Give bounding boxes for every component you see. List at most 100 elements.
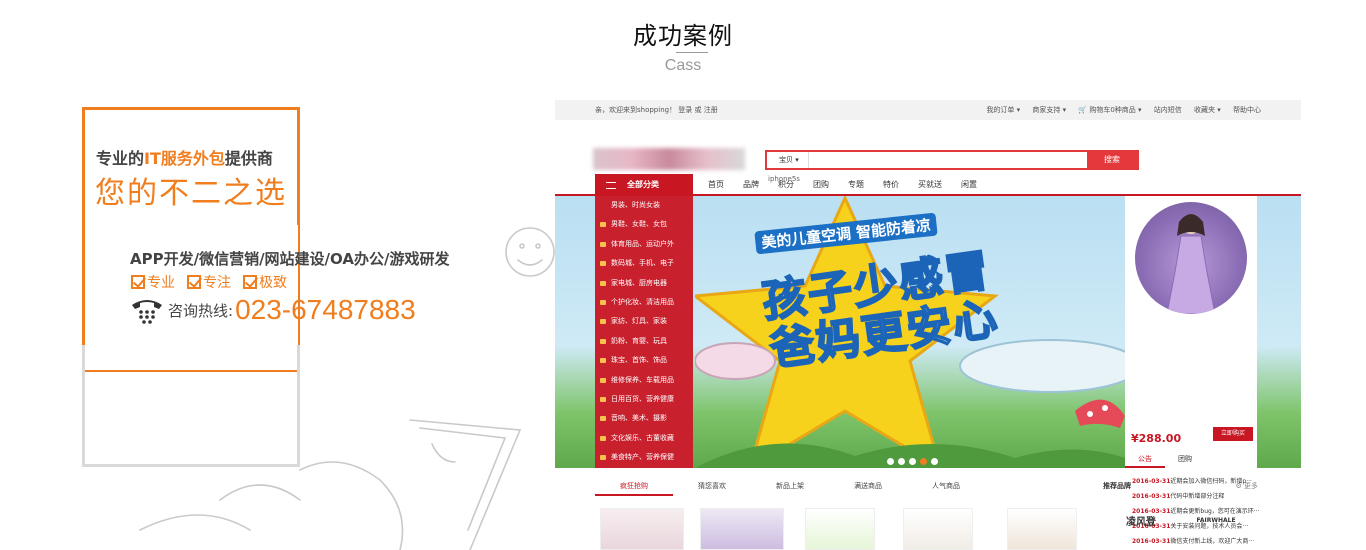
feature-tag: 专业: [131, 272, 175, 292]
card-bottom-frame: [82, 345, 300, 467]
welcome-text[interactable]: 亲，欢迎来到shopping！ 登录 或 注册: [595, 105, 718, 115]
nav-link[interactable]: 专题: [848, 174, 864, 196]
tagline-post: 提供商: [224, 149, 273, 168]
tab-new[interactable]: 新品上架: [751, 478, 829, 496]
nav-link[interactable]: 团购: [813, 174, 829, 196]
category-item[interactable]: 美食特产、营养保健: [595, 448, 693, 467]
category-item[interactable]: 奶粉、育婴、玩具: [595, 332, 693, 351]
category-item[interactable]: 珠宝、首饰、饰品: [595, 351, 693, 370]
category-item[interactable]: 个护化妆、清洁用品: [595, 293, 693, 312]
checkbox-icon: [243, 275, 257, 289]
promo-product-image[interactable]: [1135, 202, 1247, 314]
search-button[interactable]: 搜索: [1087, 152, 1137, 168]
brands-more-link[interactable]: ⚙ 更多: [1235, 478, 1258, 494]
brand-logo[interactable]: FAIRWHALE: [1183, 502, 1249, 538]
nav-link[interactable]: 买就送: [918, 174, 942, 196]
feature-tag-label: 极致: [259, 275, 287, 291]
brand-logo[interactable]: 凌风登: [1108, 502, 1174, 538]
services-list: APP开发/微信营销/网站建设/OA办公/游戏研发: [130, 250, 450, 268]
shop-nav: 全部分类 首页 品牌 积分 团购 专题 特价 买就送 闲置: [555, 174, 1301, 196]
hotline: 咨询热线: 023-67487883: [130, 294, 416, 326]
hotline-label: 咨询热线:: [168, 301, 234, 320]
category-item[interactable]: 体育用品、运动户外: [595, 235, 693, 254]
product-thumb[interactable]: [1007, 508, 1077, 550]
feature-tag-label: 专业: [147, 275, 175, 291]
category-item[interactable]: 日用百货、营养健康: [595, 390, 693, 409]
tab-groupbuy[interactable]: 团购: [1165, 452, 1205, 468]
nav-link[interactable]: 闲置: [961, 174, 977, 196]
brands-title: 推荐品牌: [1103, 482, 1131, 490]
product-thumb[interactable]: [600, 508, 684, 550]
carousel-dot[interactable]: [931, 458, 938, 465]
carousel-dots: [887, 458, 938, 465]
nav-link[interactable]: 首页: [708, 174, 724, 196]
menu-icon: [606, 182, 616, 189]
recommended-brands-header: 推荐品牌 ⚙ 更多: [1103, 478, 1258, 494]
carousel-dot[interactable]: [887, 458, 894, 465]
product-tabs: 疯狂抢购 猜您喜欢 新品上架 满送商品 人气商品: [595, 478, 985, 496]
nav-links: 首页 品牌 积分 团购 专题 特价 买就送 闲置: [708, 174, 996, 196]
search-category-select[interactable]: 宝贝 ▾: [767, 152, 809, 168]
feature-tag-label: 专注: [203, 275, 231, 291]
website-screenshot: 亲，欢迎来到shopping！ 登录 或 注册 我的订单 ▾ 商家支持 ▾ 🛒 …: [555, 100, 1301, 550]
all-categories-label: 全部分类: [627, 180, 659, 189]
all-categories-button[interactable]: 全部分类: [595, 174, 693, 196]
news-text: 微信支付新上线，欢迎广大商···: [1170, 538, 1255, 545]
title-divider: [676, 52, 708, 53]
topbar-link[interactable]: 我的订单 ▾: [986, 106, 1020, 114]
category-item[interactable]: 维修保养、车载用品: [595, 371, 693, 390]
product-thumb[interactable]: [805, 508, 875, 550]
topbar-link[interactable]: 收藏夹 ▾: [1194, 106, 1221, 114]
nav-link[interactable]: 品牌: [743, 174, 759, 196]
category-item[interactable]: 数码城、手机、电子: [595, 254, 693, 273]
promo-panel: ¥288.00 立即购买 公告 团购: [1125, 196, 1257, 468]
tab-gift[interactable]: 满送商品: [829, 478, 907, 496]
nav-link[interactable]: 积分: [778, 174, 794, 196]
page: 成功案例 Cass 专业的IT服务外包提供商 您的不二之选 APP开发/微信营销…: [0, 0, 1366, 550]
checkbox-icon: [187, 275, 201, 289]
category-menu: 男装、时尚女装 男鞋、女鞋、女包 体育用品、运动户外 数码城、手机、电子 家电城…: [595, 196, 693, 468]
promo-tabs: 公告 团购: [1125, 452, 1257, 468]
shop-topbar: 亲，欢迎来到shopping！ 登录 或 注册 我的订单 ▾ 商家支持 ▾ 🛒 …: [555, 100, 1301, 120]
search-bar: 宝贝 ▾ 搜索: [765, 150, 1139, 170]
product-thumb[interactable]: [903, 508, 973, 550]
product-thumb[interactable]: [700, 508, 784, 550]
tab-recommend[interactable]: 猜您喜欢: [673, 478, 751, 496]
feature-tag: 专注: [187, 272, 231, 292]
section-title: 成功案例: [633, 22, 733, 50]
feature-tags: 专业 专注 极致: [131, 272, 287, 292]
hotline-number[interactable]: 023-67487883: [235, 294, 416, 326]
topbar-link[interactable]: 🛒 购物车0种商品 ▾: [1078, 106, 1141, 114]
news-text: 代码中新增部分注释: [1170, 493, 1225, 500]
news-date: 2016-03-31: [1132, 493, 1171, 500]
dress-model-illustration: [1166, 214, 1216, 314]
nav-link[interactable]: 特价: [883, 174, 899, 196]
tab-flash-sale[interactable]: 疯狂抢购: [595, 478, 673, 496]
category-item[interactable]: 音响、美术、摄影: [595, 409, 693, 428]
category-item[interactable]: 文化娱乐、古董收藏: [595, 429, 693, 448]
shop-header: 宝贝 ▾ 搜索 iphone5s: [555, 120, 1301, 183]
topbar-links: 我的订单 ▾ 商家支持 ▾ 🛒 购物车0种商品 ▾ 站内短信 收藏夹 ▾ 帮助中…: [976, 105, 1261, 115]
carousel-dot[interactable]: [909, 458, 916, 465]
section-subtitle: Cass: [664, 57, 702, 74]
category-item[interactable]: 男鞋、女鞋、女包: [595, 215, 693, 234]
buy-now-button[interactable]: 立即购买: [1213, 427, 1253, 441]
topbar-link[interactable]: 帮助中心: [1233, 106, 1261, 114]
topbar-link[interactable]: 商家支持 ▾: [1032, 106, 1066, 114]
category-item[interactable]: 家电城、厨房电器: [595, 274, 693, 293]
topbar-link[interactable]: 站内短信: [1154, 106, 1182, 114]
telephone-icon: [132, 300, 162, 324]
carousel-dot-active[interactable]: [920, 458, 927, 465]
tagline-highlight: IT服务外包: [144, 149, 225, 168]
news-date: 2016-03-31: [1132, 538, 1171, 545]
category-item[interactable]: 家纺、灯具、家装: [595, 312, 693, 331]
carousel-dot[interactable]: [898, 458, 905, 465]
search-input[interactable]: [809, 152, 1087, 168]
category-item[interactable]: 男装、时尚女装: [595, 196, 693, 215]
tab-popular[interactable]: 人气商品: [907, 478, 985, 496]
tagline-pre: 专业的: [96, 149, 145, 168]
shop-logo-blurred[interactable]: [593, 148, 745, 170]
tab-notice[interactable]: 公告: [1125, 452, 1165, 468]
promo-price: ¥288.00: [1131, 432, 1182, 445]
card-slogan: 您的不二之选: [95, 176, 287, 211]
